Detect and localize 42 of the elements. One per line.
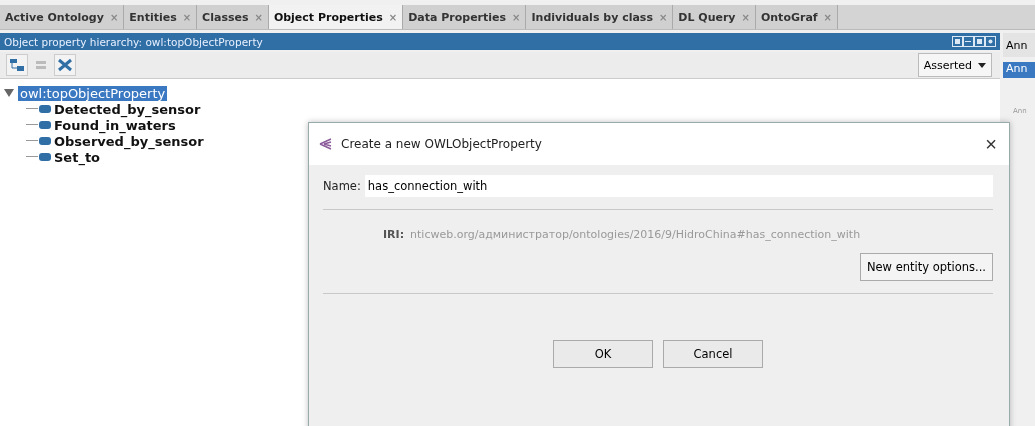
tree-item[interactable]: owl:topObjectProperty	[18, 85, 168, 101]
tree-line-icon	[26, 140, 38, 142]
dialog-button[interactable]: Cancel	[663, 340, 763, 368]
name-field[interactable]: has_connection_with	[364, 175, 993, 197]
tree-line-icon	[26, 124, 38, 126]
property-icon	[39, 137, 51, 145]
side-panel-tab[interactable]: Ann	[1003, 62, 1035, 78]
iri-label: IRI:	[383, 228, 405, 241]
tab[interactable]: Individuals by class ×	[526, 5, 674, 29]
property-icon	[39, 153, 51, 161]
tab[interactable]: OntoGraf ×	[755, 5, 838, 29]
tab[interactable]: DL Query ×	[673, 5, 756, 29]
caret-icon	[978, 62, 986, 68]
tree-line-icon	[26, 108, 38, 110]
tree-item[interactable]: Observed_by_sensor	[52, 133, 206, 149]
panel-title: Object property hierarchy: owl:topObjectProperty	[4, 35, 263, 48]
delete-button[interactable]	[54, 54, 76, 76]
tree-line-icon	[26, 156, 38, 158]
property-icon	[39, 105, 51, 113]
property-icon	[39, 121, 51, 129]
collapse-triangle-icon[interactable]	[4, 89, 14, 97]
tree-item[interactable]: Found_in_waters	[52, 117, 178, 133]
view-controls-icon[interactable]	[952, 36, 996, 47]
tree-item[interactable]: Detected_by_sensor	[52, 101, 203, 117]
tab[interactable]: Entities ×	[124, 5, 198, 29]
cross-icon	[57, 58, 73, 72]
side-panel-header: Ann	[1003, 33, 1035, 57]
dialog-button[interactable]: OK	[553, 340, 653, 368]
tab[interactable]: Object Properties ×	[268, 5, 404, 29]
name-label: Name:	[323, 179, 361, 193]
protege-icon	[319, 138, 333, 150]
mode-dropdown[interactable]: Asserted	[917, 53, 992, 77]
dialog-title: Create a new OWLObjectProperty	[341, 137, 542, 151]
hierarchy-icon	[9, 58, 25, 72]
tab[interactable]: Active Ontology ×	[0, 5, 125, 29]
new-entity-options-button[interactable]: New entity options...	[859, 253, 993, 281]
tree-item[interactable]: Set_to	[52, 149, 103, 165]
tab[interactable]: Classes ×	[197, 5, 269, 29]
iri-value: nticweb.org/администратор/ontologies/2016/9/HidroChina#has_connection_with	[410, 228, 861, 241]
add-subproperty-button[interactable]	[6, 54, 28, 76]
close-button[interactable]: ×	[985, 132, 997, 156]
tab[interactable]: Data Properties ×	[403, 5, 527, 29]
